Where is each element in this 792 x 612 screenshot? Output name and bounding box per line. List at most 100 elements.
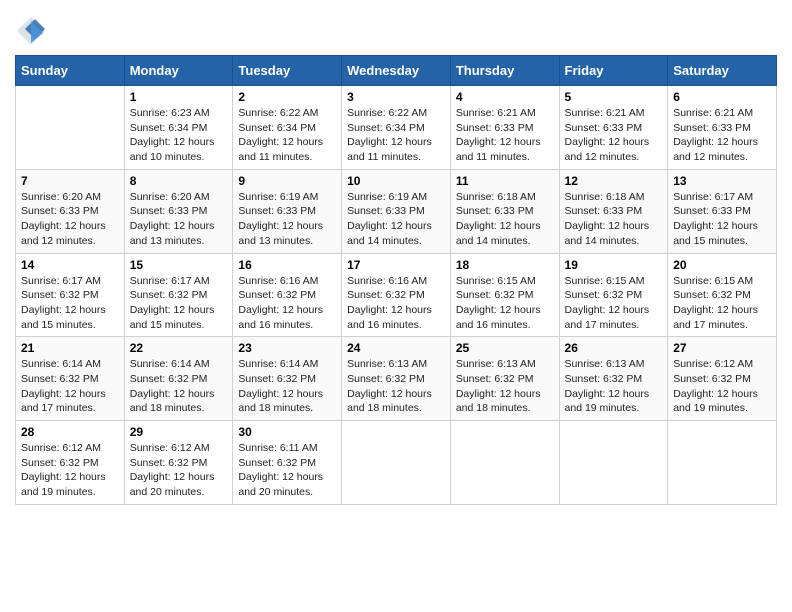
week-row-4: 21 Sunrise: 6:14 AM Sunset: 6:32 PM Dayli… [16,337,777,421]
day-content: Sunrise: 6:11 AM Sunset: 6:32 PM Dayligh… [238,441,336,500]
calendar-cell: 8 Sunrise: 6:20 AM Sunset: 6:33 PM Daylig… [124,169,233,253]
calendar-cell [668,421,777,505]
col-header-wednesday: Wednesday [342,56,451,86]
logo [15,15,47,43]
day-number: 27 [673,341,771,355]
col-header-thursday: Thursday [450,56,559,86]
calendar-cell: 3 Sunrise: 6:22 AM Sunset: 6:34 PM Daylig… [342,86,451,170]
day-content: Sunrise: 6:12 AM Sunset: 6:32 PM Dayligh… [21,441,119,500]
day-content: Sunrise: 6:12 AM Sunset: 6:32 PM Dayligh… [130,441,228,500]
day-content: Sunrise: 6:22 AM Sunset: 6:34 PM Dayligh… [347,106,445,165]
day-number: 14 [21,258,119,272]
day-number: 11 [456,174,554,188]
calendar-cell: 13 Sunrise: 6:17 AM Sunset: 6:33 PM Dayli… [668,169,777,253]
day-number: 17 [347,258,445,272]
col-header-monday: Monday [124,56,233,86]
calendar-cell [559,421,668,505]
week-row-1: 1 Sunrise: 6:23 AM Sunset: 6:34 PM Daylig… [16,86,777,170]
day-number: 25 [456,341,554,355]
day-number: 22 [130,341,228,355]
day-content: Sunrise: 6:17 AM Sunset: 6:32 PM Dayligh… [130,274,228,333]
day-content: Sunrise: 6:17 AM Sunset: 6:33 PM Dayligh… [673,190,771,249]
calendar-cell: 10Sunrise: 6:19 AM Sunset: 6:33 PM Dayli… [342,169,451,253]
calendar-cell: 26 Sunrise: 6:13 AM Sunset: 6:32 PM Dayli… [559,337,668,421]
calendar-cell: 23 Sunrise: 6:14 AM Sunset: 6:32 PM Dayli… [233,337,342,421]
calendar-cell: 5 Sunrise: 6:21 AM Sunset: 6:33 PM Daylig… [559,86,668,170]
day-number: 24 [347,341,445,355]
day-content: Sunrise: 6:23 AM Sunset: 6:34 PM Dayligh… [130,106,228,165]
day-content: Sunrise: 6:18 AM Sunset: 6:33 PM Dayligh… [456,190,554,249]
calendar-cell: 14 Sunrise: 6:17 AM Sunset: 6:32 PM Dayli… [16,253,125,337]
day-number: 26 [565,341,663,355]
week-row-5: 28Sunrise: 6:12 AM Sunset: 6:32 PM Dayli… [16,421,777,505]
day-content: Sunrise: 6:13 AM Sunset: 6:32 PM Dayligh… [565,357,663,416]
day-number: 10 [347,174,445,188]
day-content: Sunrise: 6:20 AM Sunset: 6:33 PM Dayligh… [130,190,228,249]
day-content: Sunrise: 6:13 AM Sunset: 6:32 PM Dayligh… [456,357,554,416]
day-number: 8 [130,174,228,188]
calendar-cell: 11 Sunrise: 6:18 AM Sunset: 6:33 PM Dayli… [450,169,559,253]
calendar-cell: 12Sunrise: 6:18 AM Sunset: 6:33 PM Dayli… [559,169,668,253]
day-content: Sunrise: 6:20 AM Sunset: 6:33 PM Dayligh… [21,190,119,249]
calendar-cell: 27 Sunrise: 6:12 AM Sunset: 6:32 PM Dayli… [668,337,777,421]
day-content: Sunrise: 6:21 AM Sunset: 6:33 PM Dayligh… [456,106,554,165]
day-number: 3 [347,90,445,104]
calendar-cell: 2 Sunrise: 6:22 AM Sunset: 6:34 PM Daylig… [233,86,342,170]
day-number: 21 [21,341,119,355]
day-content: Sunrise: 6:16 AM Sunset: 6:32 PM Dayligh… [347,274,445,333]
calendar-cell: 16 Sunrise: 6:16 AM Sunset: 6:32 PM Dayli… [233,253,342,337]
col-header-tuesday: Tuesday [233,56,342,86]
day-number: 29 [130,425,228,439]
logo-icon [15,15,43,43]
calendar-table: SundayMondayTuesdayWednesdayThursdayFrid… [15,55,777,505]
day-number: 16 [238,258,336,272]
week-row-3: 14 Sunrise: 6:17 AM Sunset: 6:32 PM Dayli… [16,253,777,337]
day-content: Sunrise: 6:15 AM Sunset: 6:32 PM Dayligh… [565,274,663,333]
calendar-cell: 17 Sunrise: 6:16 AM Sunset: 6:32 PM Dayli… [342,253,451,337]
calendar-cell [342,421,451,505]
day-number: 4 [456,90,554,104]
calendar-cell: 30 Sunrise: 6:11 AM Sunset: 6:32 PM Dayli… [233,421,342,505]
day-number: 19 [565,258,663,272]
day-content: Sunrise: 6:21 AM Sunset: 6:33 PM Dayligh… [565,106,663,165]
day-number: 5 [565,90,663,104]
calendar-cell: 24 Sunrise: 6:13 AM Sunset: 6:32 PM Dayli… [342,337,451,421]
calendar-cell: 7 Sunrise: 6:20 AM Sunset: 6:33 PM Daylig… [16,169,125,253]
col-header-saturday: Saturday [668,56,777,86]
day-content: Sunrise: 6:14 AM Sunset: 6:32 PM Dayligh… [238,357,336,416]
col-header-friday: Friday [559,56,668,86]
day-content: Sunrise: 6:17 AM Sunset: 6:32 PM Dayligh… [21,274,119,333]
calendar-cell: 25 Sunrise: 6:13 AM Sunset: 6:32 PM Dayli… [450,337,559,421]
header-row: SundayMondayTuesdayWednesdayThursdayFrid… [16,56,777,86]
calendar-cell: 28Sunrise: 6:12 AM Sunset: 6:32 PM Dayli… [16,421,125,505]
day-content: Sunrise: 6:19 AM Sunset: 6:33 PM Dayligh… [238,190,336,249]
day-number: 1 [130,90,228,104]
day-content: Sunrise: 6:21 AM Sunset: 6:33 PM Dayligh… [673,106,771,165]
day-content: Sunrise: 6:22 AM Sunset: 6:34 PM Dayligh… [238,106,336,165]
calendar-cell: 9Sunrise: 6:19 AM Sunset: 6:33 PM Daylig… [233,169,342,253]
day-content: Sunrise: 6:12 AM Sunset: 6:32 PM Dayligh… [673,357,771,416]
calendar-cell [16,86,125,170]
day-number: 30 [238,425,336,439]
day-content: Sunrise: 6:15 AM Sunset: 6:32 PM Dayligh… [673,274,771,333]
week-row-2: 7 Sunrise: 6:20 AM Sunset: 6:33 PM Daylig… [16,169,777,253]
day-content: Sunrise: 6:14 AM Sunset: 6:32 PM Dayligh… [21,357,119,416]
calendar-cell: 29 Sunrise: 6:12 AM Sunset: 6:32 PM Dayli… [124,421,233,505]
calendar-cell: 4 Sunrise: 6:21 AM Sunset: 6:33 PM Daylig… [450,86,559,170]
day-number: 20 [673,258,771,272]
calendar-cell: 21 Sunrise: 6:14 AM Sunset: 6:32 PM Dayli… [16,337,125,421]
day-number: 23 [238,341,336,355]
day-content: Sunrise: 6:14 AM Sunset: 6:32 PM Dayligh… [130,357,228,416]
day-number: 2 [238,90,336,104]
day-number: 15 [130,258,228,272]
day-content: Sunrise: 6:13 AM Sunset: 6:32 PM Dayligh… [347,357,445,416]
day-number: 6 [673,90,771,104]
day-number: 7 [21,174,119,188]
day-content: Sunrise: 6:15 AM Sunset: 6:32 PM Dayligh… [456,274,554,333]
calendar-cell: 22 Sunrise: 6:14 AM Sunset: 6:32 PM Dayli… [124,337,233,421]
day-number: 12 [565,174,663,188]
day-number: 13 [673,174,771,188]
calendar-cell: 20 Sunrise: 6:15 AM Sunset: 6:32 PM Dayli… [668,253,777,337]
calendar-cell: 1 Sunrise: 6:23 AM Sunset: 6:34 PM Daylig… [124,86,233,170]
day-content: Sunrise: 6:16 AM Sunset: 6:32 PM Dayligh… [238,274,336,333]
